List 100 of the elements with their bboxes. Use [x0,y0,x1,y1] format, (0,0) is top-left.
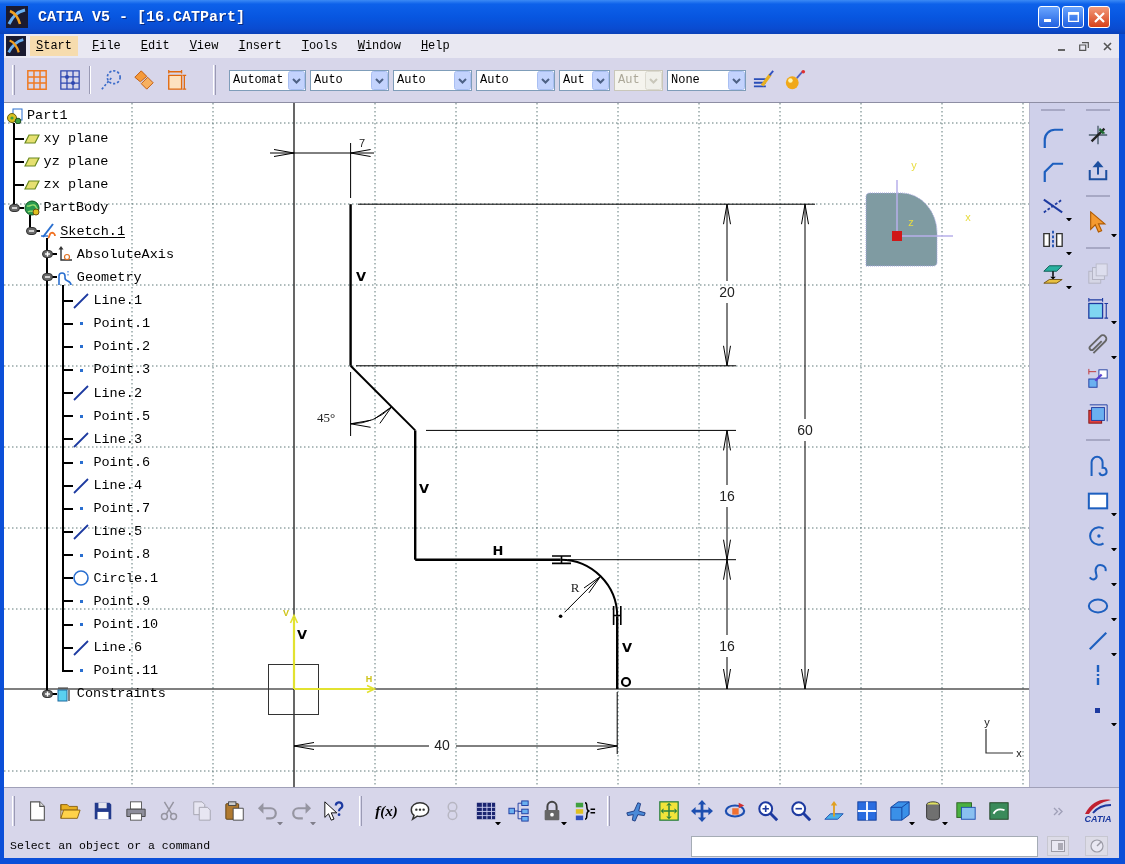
property-dropdown[interactable]: None [667,69,746,91]
menu-item[interactable]: Help [414,36,456,56]
dash-dot-line-icon [1095,664,1100,687]
tree-item[interactable]: Point.5 [93,409,151,424]
app-logo-icon [6,36,26,56]
tree-item[interactable]: AbsoluteAxis [76,247,174,262]
tree-item[interactable]: Circle.1 [93,571,159,586]
tree-item[interactable]: zx plane [43,178,109,192]
gear-document-icon [7,107,23,124]
extension-line [616,691,618,755]
fillet-arc [559,558,619,618]
collapse-icon[interactable] [9,204,21,213]
maximize-icon [1067,12,1079,22]
tree-item[interactable]: Point.2 [93,340,151,354]
cube-icon [888,800,911,822]
paperclip-icon [1086,332,1109,355]
property-dropdown[interactable]: Automat [229,69,306,91]
menu-item[interactable]: Edit [134,36,176,56]
radius-leader [564,575,602,613]
tree-item[interactable]: Point.7 [93,502,151,516]
airplane-icon [624,800,647,822]
tree-item[interactable]: Line.2 [93,386,142,400]
property-dropdown[interactable]: Auto [476,69,555,91]
overlapping-squares-icon [954,800,977,822]
expand-icon[interactable] [42,250,54,259]
zoom-in-icon [756,800,779,822]
menu-item[interactable]: View [183,36,225,56]
dimension-value: 45° [316,410,336,425]
line-icon [73,431,90,448]
tree-item[interactable]: Geometry [76,270,142,285]
command-field[interactable] [691,835,1038,857]
plane-projection-icon [1042,263,1064,285]
maximize-button[interactable] [1062,6,1084,28]
printer-icon [124,800,147,822]
chevron-down-icon [645,70,662,90]
close-button[interactable] [1088,6,1110,28]
tree-item[interactable]: Point.6 [93,455,151,470]
axis-triad-drawing [985,728,1014,754]
dimension-value: 16 [719,638,735,654]
constraint-symbol: V [296,627,308,642]
dimension-value: 40 [434,737,450,753]
collapse-icon[interactable] [42,273,54,282]
node-graph-icon [507,800,530,822]
tree-item[interactable]: Line.4 [93,479,142,493]
property-dropdown[interactable]: Auto [393,69,472,91]
grid-icon [25,69,48,91]
axis-label: H [365,674,373,684]
minimize-button[interactable] [1038,6,1060,28]
tree-item[interactable]: Line.3 [93,432,142,447]
dimension-value: 16 [719,488,735,504]
app-logo-icon [6,6,28,28]
expand-icon[interactable] [42,690,54,698]
property-dropdown[interactable]: Auto [310,69,389,91]
tree-item[interactable]: Point.3 [93,363,151,377]
stacked-squares-icon [1086,402,1109,425]
center-point [558,614,563,619]
menu-item[interactable]: Window [351,36,407,56]
menu-item[interactable]: Tools [295,36,344,56]
curve-icon [56,269,73,286]
sketch-icon [40,223,57,240]
tree-item[interactable]: Part1 [27,108,68,123]
point-icon [1095,708,1100,713]
tree-item[interactable]: PartBody [43,201,109,215]
menu-item[interactable]: File [86,36,127,56]
constraint-symbol: V [418,481,430,496]
formula-button[interactable]: f(x) [370,795,403,827]
tree-item[interactable]: Point.11 [93,664,159,678]
collapse-icon[interactable] [25,227,37,236]
menu-item[interactable]: Start [30,36,78,56]
tree-item[interactable]: yz plane [43,155,109,169]
extension-line [350,371,352,437]
status-message: Select an object or a command [9,840,211,852]
minimize-icon [1057,48,1065,51]
point-icon [79,414,83,418]
tree-item[interactable]: Line.5 [93,525,142,539]
tree-item[interactable]: Point.1 [93,317,151,331]
panel-icon [1051,840,1065,852]
curve-tile-icon [987,800,1010,822]
plane-icon [23,133,40,144]
tree-item[interactable]: Line.1 [93,293,142,308]
chevron-down-icon [537,70,554,90]
dimension-value: 60 [797,422,813,438]
tree-item[interactable]: Sketch.1 [60,224,125,238]
logo-text: CATIA [1084,815,1112,824]
compass-drawing[interactable] [865,179,954,267]
property-dropdown[interactable]: Aut [559,69,610,91]
tree-item[interactable]: Constraints [76,687,166,701]
tree-item[interactable]: Point.9 [93,594,151,609]
point-icon [79,368,83,372]
window-title: CATIA V5 - [16.CATPart] [38,9,246,25]
linked-squares-icon [1086,367,1109,390]
tree-item[interactable]: Point.8 [93,548,151,562]
pointer-question-icon [322,800,345,822]
swoosh-logo-icon [1083,798,1113,815]
corner-arc-icon [1042,127,1064,149]
chevron-down-icon [288,70,305,90]
tree-item[interactable]: xy plane [43,131,109,146]
tree-item[interactable]: Point.10 [93,617,159,632]
menu-item[interactable]: Insert [232,36,288,56]
tree-item[interactable]: Line.6 [93,641,142,655]
